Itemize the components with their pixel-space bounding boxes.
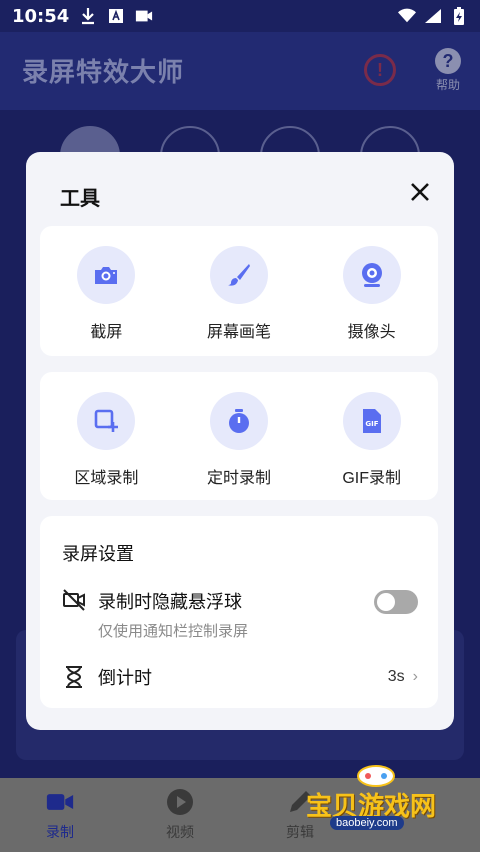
- tools-card-1: 截屏 屏幕画笔 摄像头: [40, 226, 438, 356]
- tool-webcam-label: 摄像头: [347, 324, 396, 341]
- tool-webcam[interactable]: 摄像头: [305, 226, 438, 356]
- tool-timer-record-label: 定时录制: [207, 470, 272, 487]
- tool-region-record[interactable]: 区域录制: [40, 372, 173, 500]
- watermark: 宝贝游戏网 baobeiy.com: [300, 760, 460, 836]
- chevron-right-icon: ›: [412, 668, 418, 685]
- tools-card-2: 区域录制 定时录制 GIF GIF录制: [40, 372, 438, 500]
- close-button[interactable]: [406, 178, 434, 206]
- tool-gif-record[interactable]: GIF GIF录制: [305, 372, 438, 500]
- gif-icon: GIF: [342, 392, 401, 450]
- hide-float-toggle[interactable]: [374, 590, 418, 614]
- tool-screenshot-label: 截屏: [90, 324, 123, 341]
- setting-countdown-label: 倒计时: [98, 668, 152, 688]
- dialog-title: 工具: [60, 188, 100, 210]
- hourglass-icon: [62, 665, 86, 689]
- tools-dialog: 工具 截屏 屏幕画笔 摄像头 区域录制 定时录制 GIF GIF录制 录屏设置 …: [26, 152, 454, 730]
- toggle-knob: [377, 593, 395, 611]
- record-settings-card: 录屏设置 录制时隐藏悬浮球 仅使用通知栏控制录屏 倒计时 3s ›: [40, 516, 438, 708]
- tool-screenshot[interactable]: 截屏: [40, 226, 173, 356]
- webcam-icon: [342, 246, 401, 304]
- tool-screen-brush[interactable]: 屏幕画笔: [173, 226, 306, 356]
- tool-screen-brush-label: 屏幕画笔: [207, 324, 272, 341]
- close-icon: [411, 183, 429, 201]
- svg-text:GIF: GIF: [365, 420, 378, 428]
- settings-title: 录屏设置: [62, 544, 134, 564]
- setting-hide-float[interactable]: 录制时隐藏悬浮球 仅使用通知栏控制录屏: [62, 588, 418, 641]
- setting-hide-float-label: 录制时隐藏悬浮球: [98, 592, 242, 612]
- gamepad-icon: [357, 765, 395, 787]
- brush-icon: [210, 246, 268, 304]
- timer-icon: [210, 392, 268, 450]
- countdown-value: 3s: [387, 668, 405, 685]
- camera-off-icon: [62, 588, 86, 612]
- tool-timer-record[interactable]: 定时录制: [173, 372, 306, 500]
- tool-gif-record-label: GIF录制: [342, 470, 402, 487]
- region-record-icon: [77, 392, 136, 450]
- camera-icon: [77, 246, 136, 304]
- tool-region-record-label: 区域录制: [74, 470, 139, 487]
- setting-countdown[interactable]: 倒计时 3s ›: [62, 664, 418, 690]
- watermark-url: baobeiy.com: [330, 816, 404, 830]
- setting-hide-float-sub: 仅使用通知栏控制录屏: [98, 623, 249, 640]
